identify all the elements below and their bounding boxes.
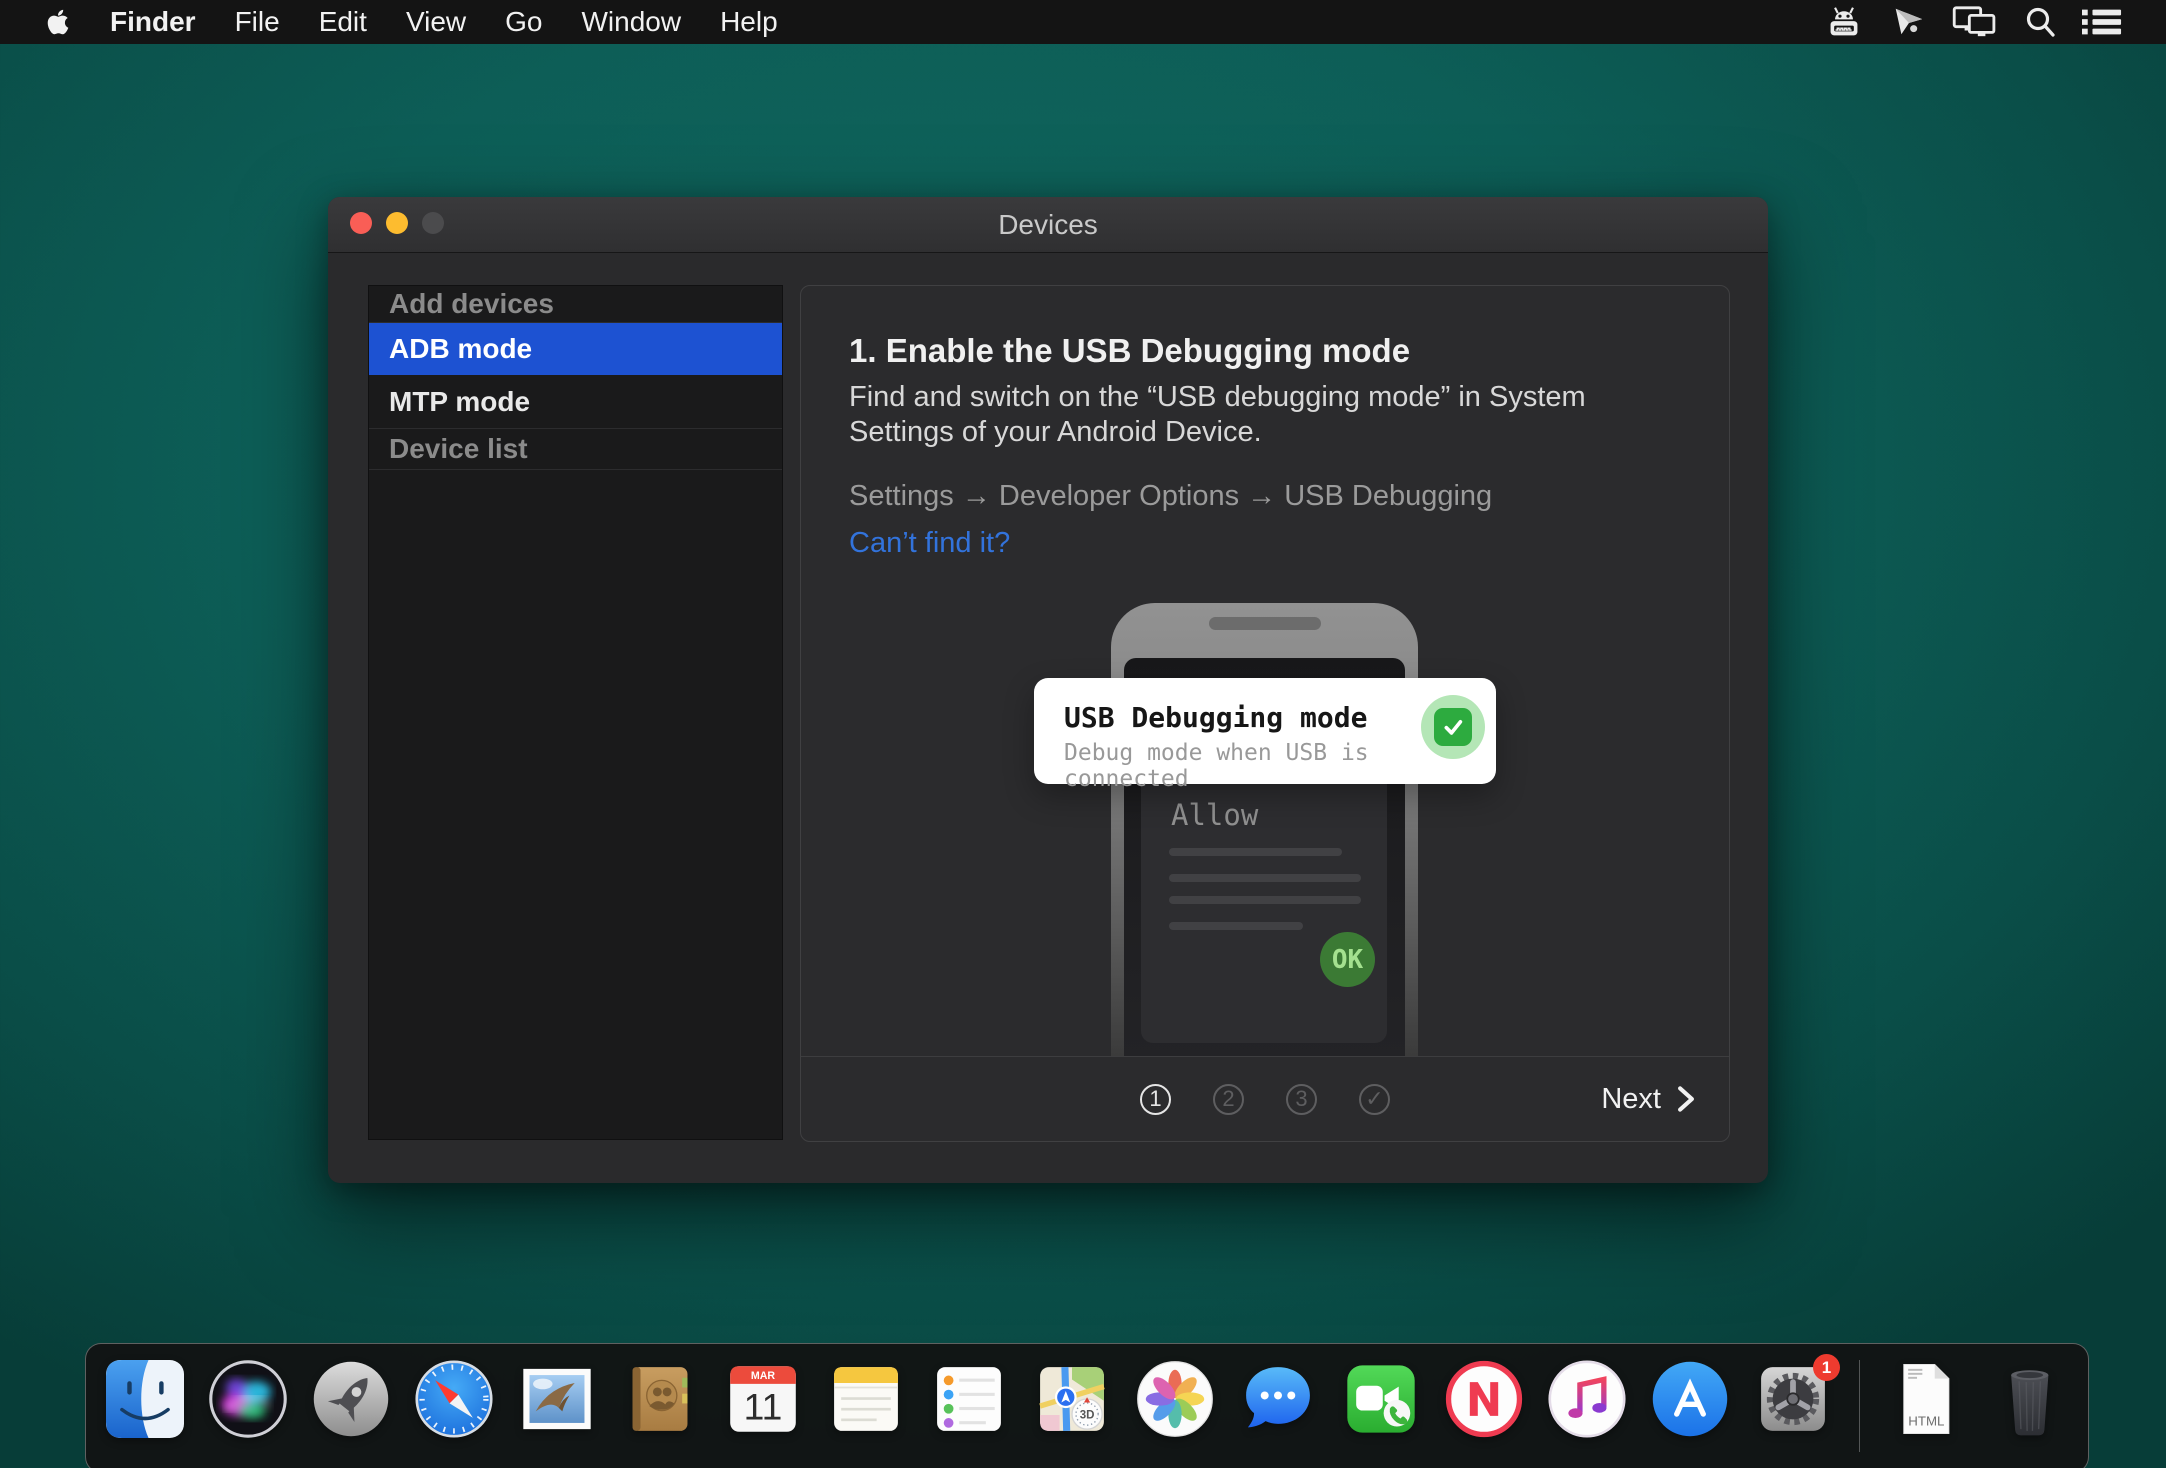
- menu-bar: Finder File Edit View Go Window Help: [0, 0, 2166, 44]
- zoom-button: [422, 212, 444, 234]
- sidebar: Add devices ADB mode MTP mode Device lis…: [368, 285, 783, 1140]
- dock: MAR 11: [85, 1343, 2089, 1468]
- dock-finder-icon[interactable]: [106, 1360, 184, 1438]
- notification-badge: 1: [1813, 1354, 1840, 1381]
- step-indicator-2: 2: [1213, 1084, 1244, 1115]
- title-bar[interactable]: Devices: [328, 197, 1768, 253]
- sidebar-item-device-list[interactable]: Device list: [369, 429, 782, 470]
- menu-item-file[interactable]: File: [235, 6, 280, 38]
- dock-messages-icon[interactable]: [1239, 1360, 1317, 1438]
- popup-title: USB Debugging mode: [1064, 701, 1367, 734]
- step-indicator-3: 3: [1286, 1084, 1317, 1115]
- dock-itunes-icon[interactable]: [1548, 1360, 1626, 1438]
- ok-button: OK: [1320, 932, 1375, 987]
- next-label: Next: [1601, 1083, 1661, 1116]
- menu-item-finder[interactable]: Finder: [110, 6, 196, 38]
- calendar-day-label: 11: [744, 1385, 783, 1427]
- step-indicator-done: ✓: [1359, 1084, 1390, 1115]
- menu-item-view[interactable]: View: [406, 6, 466, 38]
- search-icon[interactable]: [2025, 6, 2055, 38]
- phone-illustration: Allow OK: [1111, 603, 1418, 1056]
- step-indicator-1: 1: [1140, 1084, 1171, 1115]
- dock-system-preferences-icon[interactable]: 1: [1754, 1360, 1832, 1438]
- placeholder-text-bar: [1169, 896, 1361, 904]
- devices-window: Devices Add devices ADB mode MTP mode De…: [328, 197, 1768, 1183]
- allow-label: Allow: [1171, 798, 1258, 832]
- list-icon[interactable]: [2082, 7, 2122, 37]
- dock-app-store-icon[interactable]: [1651, 1360, 1729, 1438]
- dock-siri-icon[interactable]: [209, 1360, 287, 1438]
- dock-launchpad-icon[interactable]: [312, 1360, 390, 1438]
- html-file-label: HTML: [1908, 1414, 1944, 1429]
- step-content: 1. Enable the USB Debugging mode Find an…: [801, 286, 1729, 1056]
- sidebar-item-adb-mode[interactable]: ADB mode: [369, 323, 782, 375]
- apple-menu-icon[interactable]: [46, 8, 70, 36]
- phone-speaker: [1209, 617, 1321, 630]
- maps-3d-label: 3D: [1080, 1410, 1095, 1422]
- menu-item-edit[interactable]: Edit: [319, 6, 367, 38]
- dock-news-icon[interactable]: [1445, 1360, 1523, 1438]
- checkbox-highlight: [1421, 695, 1485, 759]
- dock-mail-icon[interactable]: [518, 1360, 596, 1438]
- dock-notes-icon[interactable]: [827, 1360, 905, 1438]
- cant-find-it-link[interactable]: Can’t find it?: [849, 527, 1010, 560]
- menu-item-help[interactable]: Help: [720, 6, 778, 38]
- sidebar-header-add-devices: Add devices: [369, 286, 782, 323]
- checkbox-checked-icon: [1434, 708, 1472, 746]
- step-description: Find and switch on the “USB debugging mo…: [849, 380, 1649, 450]
- step-heading: 1. Enable the USB Debugging mode: [849, 332, 1410, 370]
- window-title: Devices: [998, 209, 1098, 241]
- dock-facetime-icon[interactable]: [1342, 1360, 1420, 1438]
- dock-reminders-icon[interactable]: [930, 1360, 1008, 1438]
- dock-photos-icon[interactable]: [1136, 1360, 1214, 1438]
- sidebar-item-mtp-mode[interactable]: MTP mode: [369, 375, 782, 429]
- placeholder-text-bar: [1169, 874, 1361, 882]
- wizard-footer: 1 2 3 ✓ Next: [801, 1056, 1729, 1141]
- chevron-right-icon: [1677, 1086, 1695, 1112]
- screen-cast-icon[interactable]: [1891, 5, 1925, 39]
- dock-safari-icon[interactable]: [415, 1360, 493, 1438]
- dock-calendar-icon[interactable]: MAR 11: [724, 1360, 802, 1438]
- displays-icon[interactable]: [1952, 5, 1998, 39]
- content-panel: 1. Enable the USB Debugging mode Find an…: [800, 285, 1730, 1142]
- close-button[interactable]: [350, 212, 372, 234]
- dock-maps-icon[interactable]: 3D: [1033, 1360, 1111, 1438]
- dock-contacts-icon[interactable]: [621, 1360, 699, 1438]
- next-button[interactable]: Next: [1601, 1057, 1695, 1141]
- placeholder-text-bar: [1169, 848, 1342, 856]
- dock-html-file-icon[interactable]: HTML: [1886, 1360, 1964, 1438]
- minimize-button[interactable]: [386, 212, 408, 234]
- settings-path: Settings → Developer Options → USB Debug…: [849, 480, 1492, 513]
- menu-item-window[interactable]: Window: [581, 6, 681, 38]
- android-device-icon[interactable]: [1824, 5, 1864, 39]
- dock-divider: [1859, 1360, 1860, 1452]
- menu-item-go[interactable]: Go: [505, 6, 542, 38]
- usb-debug-popup: USB Debugging mode Debug mode when USB i…: [1034, 678, 1496, 784]
- dock-trash-icon[interactable]: [1989, 1360, 2067, 1438]
- placeholder-text-bar: [1169, 922, 1303, 930]
- calendar-month-label: MAR: [751, 1370, 776, 1382]
